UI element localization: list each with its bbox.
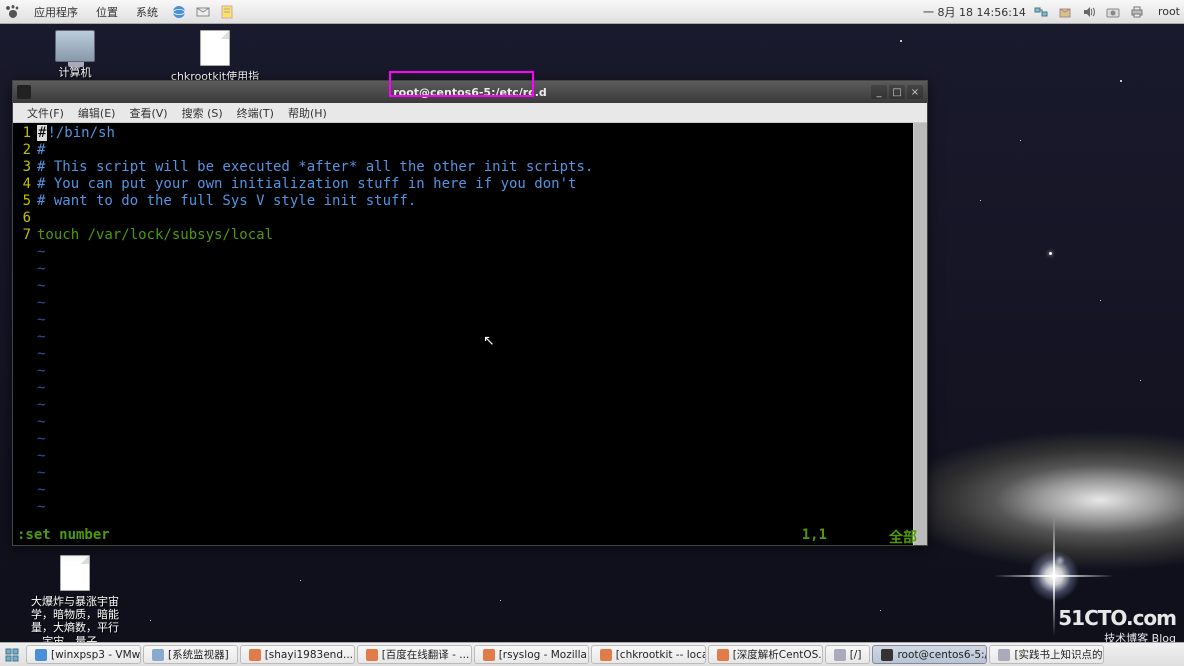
- clock-text[interactable]: 一 8月 18 14:56:14: [923, 4, 1026, 20]
- window-titlebar[interactable]: root@centos6-5:/etc/rc.d _ □ ×: [13, 81, 927, 103]
- mail-launcher-icon[interactable]: [194, 3, 212, 21]
- taskbar-item[interactable]: [实践书上知识点的...: [989, 645, 1104, 664]
- show-desktop-icon[interactable]: [4, 647, 20, 663]
- desktop-icon-label: 计算机: [59, 66, 92, 79]
- system-menu[interactable]: 系统: [130, 4, 164, 20]
- taskbar-item[interactable]: [/]: [825, 645, 871, 664]
- task-icon: [881, 649, 893, 661]
- menu-search[interactable]: 搜索 (S): [176, 105, 229, 121]
- menu-help[interactable]: 帮助(H): [282, 105, 333, 121]
- taskbar-item[interactable]: [shayi1983end...: [240, 645, 355, 664]
- applications-menu[interactable]: 应用程序: [28, 4, 84, 20]
- gnome-top-panel: 应用程序 位置 系统 一 8月 18 14:56:14 root: [0, 0, 1184, 24]
- desktop-icon-label: 大爆炸与暴涨宇宙学，暗物质，暗能量，大熵数，平行宇宙，量子...: [30, 595, 120, 648]
- printer-tray-icon[interactable]: [1128, 3, 1146, 21]
- computer-icon: [55, 30, 95, 62]
- taskbar-item[interactable]: [winxpsp3 - VMw...: [26, 645, 141, 664]
- taskbar-item[interactable]: [rsyslog - Mozilla ...: [474, 645, 589, 664]
- taskbar-item[interactable]: [chkrootkit -- loca...: [591, 645, 706, 664]
- gnome-bottom-panel: [winxpsp3 - VMw... [系统监视器] [shayi1983end..…: [0, 642, 1184, 666]
- watermark: 51CTO.com 技术博客 Blog: [1058, 606, 1176, 646]
- task-label: [深度解析CentOS...: [733, 647, 823, 662]
- file-icon: [60, 555, 90, 591]
- task-label: [系统监视器]: [168, 647, 229, 662]
- window-title-text: root@centos6-5:/etc/rc.d: [393, 86, 547, 99]
- task-icon: [366, 649, 378, 661]
- desktop-icon-cosmology-doc[interactable]: 大爆炸与暴涨宇宙学，暗物质，暗能量，大熵数，平行宇宙，量子...: [30, 555, 120, 648]
- vim-scroll-indicator: 全部: [889, 527, 917, 547]
- volume-tray-icon[interactable]: [1080, 3, 1098, 21]
- menu-edit[interactable]: 编辑(E): [72, 105, 122, 121]
- line-number-gutter: 1234567: [13, 123, 37, 545]
- taskbar-item[interactable]: [百度在线翻译 - ...: [357, 645, 472, 664]
- task-icon: [717, 649, 729, 661]
- places-menu[interactable]: 位置: [90, 4, 124, 20]
- task-icon: [152, 649, 164, 661]
- task-label: [shayi1983end...: [265, 649, 353, 661]
- menu-terminal[interactable]: 终端(T): [231, 105, 280, 121]
- task-icon: [483, 649, 495, 661]
- task-label: [rsyslog - Mozilla ...: [499, 649, 589, 661]
- file-icon: [200, 30, 230, 66]
- maximize-button[interactable]: □: [889, 85, 905, 99]
- vim-cursor-position: 1,1: [802, 527, 827, 543]
- scrollbar-thumb[interactable]: [914, 123, 927, 545]
- task-label: [chkrootkit -- loca...: [616, 649, 706, 661]
- screenshot-tray-icon[interactable]: [1104, 3, 1122, 21]
- task-label: [winxpsp3 - VMw...: [51, 649, 141, 661]
- vim-command: :set number: [17, 527, 110, 545]
- task-label: [百度在线翻译 - ...: [382, 647, 470, 662]
- task-icon: [249, 649, 261, 661]
- task-label: [/]: [850, 649, 862, 661]
- terminal-window: root@centos6-5:/etc/rc.d _ □ × 文件(F) 编辑(…: [12, 80, 928, 546]
- watermark-logo: 51CTO.com: [1058, 606, 1176, 630]
- star-flare: [1024, 546, 1084, 606]
- task-label: root@centos6-5:/e...: [897, 649, 987, 661]
- user-indicator[interactable]: root: [1158, 5, 1180, 18]
- update-tray-icon[interactable]: [1056, 3, 1074, 21]
- menu-file[interactable]: 文件(F): [21, 105, 70, 121]
- window-app-icon: [17, 85, 31, 99]
- taskbar-item[interactable]: [系统监视器]: [143, 645, 238, 664]
- vim-status-line: :set number 1,1 全部: [13, 527, 927, 545]
- editor-content[interactable]: #!/bin/sh## This script will be executed…: [37, 123, 913, 545]
- task-label: [实践书上知识点的...: [1014, 647, 1104, 662]
- network-tray-icon[interactable]: [1032, 3, 1050, 21]
- task-icon: [35, 649, 47, 661]
- task-icon: [600, 649, 612, 661]
- close-button[interactable]: ×: [907, 85, 923, 99]
- terminal-menubar: 文件(F) 编辑(E) 查看(V) 搜索 (S) 终端(T) 帮助(H): [13, 103, 927, 123]
- taskbar-item[interactable]: root@centos6-5:/e...: [872, 645, 987, 664]
- menu-view[interactable]: 查看(V): [123, 105, 173, 121]
- notes-launcher-icon[interactable]: [218, 3, 236, 21]
- minimize-button[interactable]: _: [871, 85, 887, 99]
- browser-launcher-icon[interactable]: [170, 3, 188, 21]
- vim-editor[interactable]: 1234567 #!/bin/sh## This script will be …: [13, 123, 927, 545]
- task-icon: [834, 649, 846, 661]
- scrollbar[interactable]: [913, 123, 927, 545]
- taskbar-item[interactable]: [深度解析CentOS...: [708, 645, 823, 664]
- task-icon: [998, 649, 1010, 661]
- gnome-foot-icon[interactable]: [4, 3, 22, 21]
